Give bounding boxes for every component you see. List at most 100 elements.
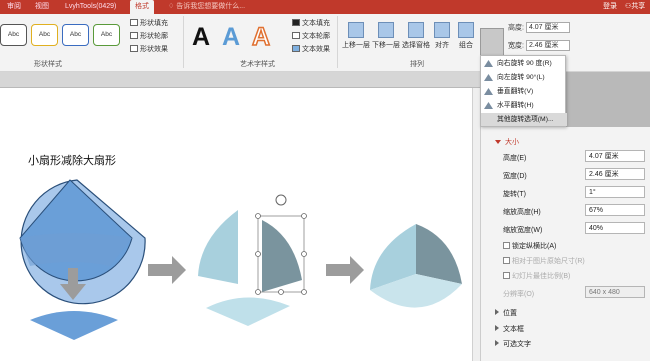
- width-row: 宽度: 2.46 厘米: [508, 40, 570, 51]
- resize-handle[interactable]: [255, 289, 261, 295]
- separator: [183, 16, 184, 68]
- alt-text-section-label: 可选文字: [503, 341, 531, 348]
- rotation-handle-icon[interactable]: [275, 194, 287, 206]
- text-outline-button[interactable]: 文本轮廓: [292, 31, 330, 41]
- menu-more-rotation-options[interactable]: 其他旋转选项(M)...: [481, 113, 567, 126]
- text-fill-button[interactable]: 文本填充: [292, 18, 330, 28]
- collapse-icon: [495, 309, 499, 315]
- menu-flip-vertical[interactable]: 垂直翻转(V): [481, 85, 567, 98]
- vertical-scrollbar[interactable]: [472, 88, 480, 361]
- result-sector-shape[interactable]: [30, 311, 118, 340]
- login-link[interactable]: 登录: [603, 0, 617, 14]
- best-scale-checkbox[interactable]: 幻灯片最佳比例(B): [503, 271, 570, 281]
- pane-scale-width-input[interactable]: 40%: [585, 222, 645, 234]
- text-fill-label: 文本填充: [302, 20, 330, 27]
- align-icon: [434, 22, 450, 38]
- text-effect-label: 文本效果: [302, 46, 330, 53]
- pane-width-input[interactable]: 2.46 厘米: [585, 168, 645, 180]
- textbox-section-header[interactable]: 文本框: [495, 324, 524, 334]
- shape-style-2[interactable]: Abc: [31, 24, 58, 46]
- resize-handle[interactable]: [255, 213, 261, 219]
- group-label-wordart: 艺术字样式: [240, 61, 275, 68]
- position-section-header[interactable]: 位置: [495, 308, 517, 318]
- send-backward-icon: [378, 22, 394, 38]
- title-bar: 审阅 视图 LvyhTools(0429) 格式 ♢ 告诉我您想要做什么... …: [0, 0, 650, 14]
- resize-handle[interactable]: [255, 251, 261, 257]
- alt-text-section-header[interactable]: 可选文字: [495, 339, 531, 349]
- shape-style-1[interactable]: Abc: [0, 24, 27, 46]
- final-piece-right[interactable]: [416, 224, 462, 284]
- tell-me-text: 告诉我您想要做什么...: [176, 3, 246, 10]
- width-input[interactable]: 2.46 厘米: [525, 40, 570, 51]
- right-arrow-shape: [326, 256, 364, 284]
- tab-lvyhtools[interactable]: LvyhTools(0429): [60, 0, 121, 14]
- text-outline-label: 文本轮廓: [302, 33, 330, 40]
- height-input[interactable]: 4.07 厘米: [525, 22, 570, 33]
- shape-style-4[interactable]: Abc: [93, 24, 120, 46]
- bring-forward-button[interactable]: 上移一层: [341, 22, 371, 50]
- paint-bucket-icon: [130, 19, 138, 26]
- pane-scale-height-label: 缩放高度(H): [503, 209, 541, 216]
- small-sector-shape[interactable]: [19, 179, 133, 282]
- resolution-select[interactable]: 640 x 480: [585, 286, 645, 298]
- effects-icon: [130, 45, 138, 52]
- teal-piece-left[interactable]: [198, 210, 238, 284]
- group-button[interactable]: 组合: [455, 22, 477, 50]
- share-button[interactable]: ⚇共享: [625, 0, 645, 14]
- text-effect-button[interactable]: 文本效果: [292, 44, 330, 54]
- flip-horizontal-icon: [484, 102, 493, 109]
- shape-outline-button[interactable]: 形状轮廓: [130, 31, 168, 41]
- height-label: 高度:: [508, 24, 524, 32]
- pane-scale-height-input[interactable]: 67%: [585, 204, 645, 216]
- slide-drawing: [19, 179, 462, 340]
- tab-format[interactable]: 格式: [130, 0, 154, 14]
- teal-piece-selected[interactable]: [262, 220, 302, 292]
- resolution-label: 分辨率(O): [503, 291, 535, 298]
- menu-label: 其他旋转选项(M)...: [497, 116, 554, 123]
- pen-icon: [130, 32, 138, 39]
- text-effect-icon: [292, 45, 300, 52]
- best-scale-label: 幻灯片最佳比例(B): [512, 273, 571, 280]
- resize-handle[interactable]: [278, 289, 284, 295]
- relative-original-checkbox[interactable]: 相对于图片原始尺寸(R): [503, 256, 585, 266]
- pane-rotation-input[interactable]: 1°: [585, 186, 645, 198]
- menu-rotate-left-90[interactable]: 向左旋转 90°(L): [481, 71, 567, 84]
- resize-handle[interactable]: [301, 213, 307, 219]
- position-section-label: 位置: [503, 310, 517, 317]
- send-backward-button[interactable]: 下移一层: [371, 22, 401, 50]
- menu-flip-horizontal[interactable]: 水平翻转(H): [481, 99, 567, 112]
- tab-review[interactable]: 审阅: [2, 0, 26, 14]
- lock-ratio-label: 锁定纵横比(A): [512, 243, 557, 250]
- checkbox-icon: [503, 272, 510, 279]
- height-row: 高度: 4.07 厘米: [508, 22, 570, 33]
- text-outline-icon: [292, 32, 300, 39]
- resize-handle[interactable]: [301, 289, 307, 295]
- share-label: 共享: [631, 3, 646, 10]
- align-label: 对齐: [435, 42, 449, 49]
- wordart-style-2[interactable]: A: [222, 22, 240, 52]
- tell-me-search[interactable]: ♢ 告诉我您想要做什么...: [168, 0, 245, 14]
- group-label-shape-styles: 形状样式: [34, 61, 62, 68]
- format-pane: 大小 高度(E) 4.07 厘米 宽度(D) 2.46 厘米 旋转(T) 1° …: [480, 127, 650, 361]
- pane-height-input[interactable]: 4.07 厘米: [585, 150, 645, 162]
- tab-view[interactable]: 视图: [30, 0, 54, 14]
- collapse-icon: [495, 340, 499, 346]
- shape-effect-label: 形状效果: [140, 46, 168, 53]
- menu-rotate-right-90[interactable]: 向右旋转 90 度(R): [481, 57, 567, 70]
- lock-ratio-checkbox[interactable]: 锁定纵横比(A): [503, 241, 556, 251]
- wordart-style-1[interactable]: A: [192, 22, 210, 52]
- selection-pane-button[interactable]: 选择窗格: [401, 22, 431, 50]
- resize-handle[interactable]: [301, 251, 307, 257]
- size-section-header[interactable]: 大小: [495, 137, 519, 147]
- teal-piece-bottom[interactable]: [206, 297, 290, 326]
- align-button[interactable]: 对齐: [431, 22, 453, 50]
- wordart-style-3[interactable]: A: [251, 22, 271, 52]
- separator: [337, 16, 338, 68]
- relative-original-label: 相对于图片原始尺寸(R): [512, 258, 585, 265]
- pane-rotation-label: 旋转(T): [503, 191, 526, 198]
- shape-fill-button[interactable]: 形状填充: [130, 18, 168, 28]
- group-label: 组合: [459, 42, 473, 49]
- selection-pane-icon: [408, 22, 424, 38]
- shape-effect-button[interactable]: 形状效果: [130, 44, 168, 54]
- shape-style-3[interactable]: Abc: [62, 24, 89, 46]
